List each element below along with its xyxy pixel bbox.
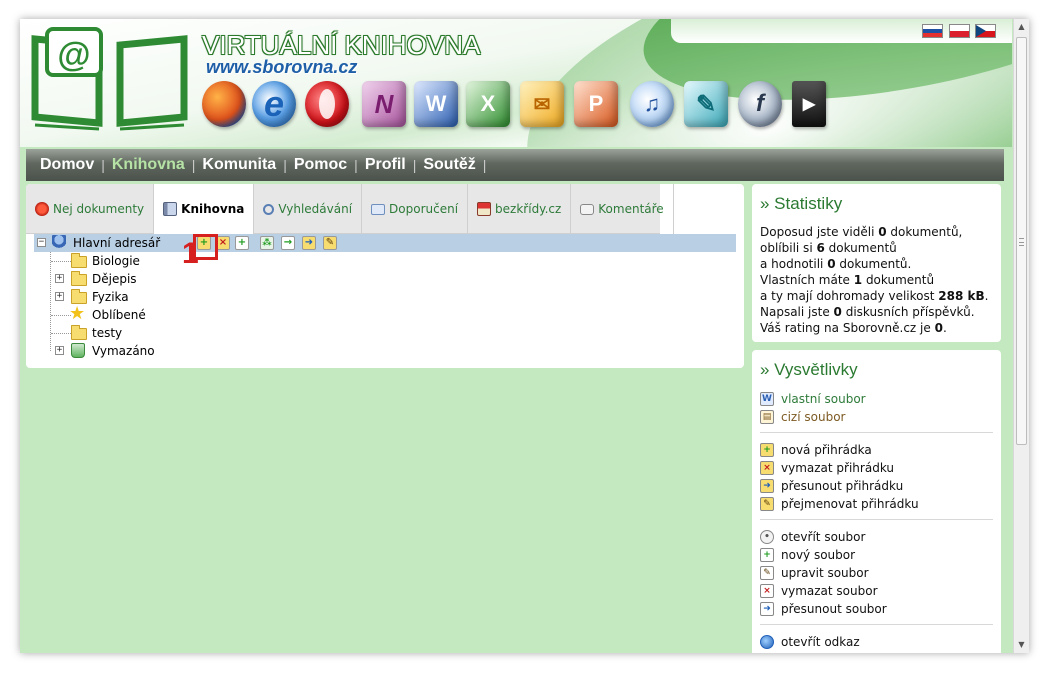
library-panel: Nej dokumenty Knihovna Vyhledávání Dopor… [26, 184, 744, 368]
flash-icon: f [738, 81, 782, 127]
recycle-bin-icon [71, 343, 85, 358]
tab-doporuceni[interactable]: Doporučení [362, 184, 469, 234]
nav-komunita[interactable]: Komunita [202, 156, 276, 174]
tab-vyhledavani[interactable]: Vyhledávání [254, 184, 363, 234]
edit-file-icon: ✎ [760, 566, 774, 580]
tab-nej-dokumenty[interactable]: Nej dokumenty [26, 184, 155, 234]
new-file-icon: + [760, 548, 774, 562]
home-icon [477, 202, 492, 216]
folder-icon [71, 271, 87, 286]
nav-profil[interactable]: Profil [365, 156, 406, 174]
rename-folder-button[interactable]: ✎ [323, 236, 337, 250]
legend-rename-folder: ✎ přejmenovat přihrádku [760, 495, 993, 513]
delete-file-icon: × [760, 584, 774, 598]
legend-foreign-file[interactable]: ▤ cizí soubor [760, 408, 993, 426]
scroll-up-icon[interactable]: ▲ [1014, 19, 1029, 35]
excel-icon: X [466, 81, 510, 127]
move-folder-icon: ➜ [760, 479, 774, 493]
tab-bezkridy[interactable]: bezkřídy.cz [468, 184, 572, 234]
site-header: @ VIRTUÁLNÍ KNIHOVNA www.sborovna.cz e N… [20, 19, 1012, 147]
tree-item[interactable]: ★ Oblíbené [34, 303, 736, 324]
folder-icon [71, 253, 87, 268]
move-file-icon: ➜ [760, 602, 774, 616]
legend-panel: » Vysvětlivky W vlastní soubor ▤ cizí so… [752, 350, 1001, 653]
tree-item[interactable]: + Dějepis [34, 270, 736, 288]
rename-folder-icon: ✎ [760, 497, 774, 511]
main-navigation: Domov | Knihovna | Komunita | Pomoc | Pr… [26, 149, 1004, 181]
scroll-down-icon[interactable]: ▼ [1014, 637, 1029, 653]
legend-own-file[interactable]: W vlastní soubor [760, 390, 993, 408]
ie-icon: e [252, 81, 296, 127]
legend-title: » Vysvětlivky [760, 360, 858, 379]
outlook-icon: ✉ [520, 81, 564, 127]
book-icon [163, 202, 178, 216]
statistics-panel: » Statistiky Doposud jste viděli 0 dokum… [752, 184, 1001, 342]
svg-text:@: @ [57, 36, 90, 74]
globe-icon [760, 635, 774, 649]
legend-move-folder: ➜ přesunout přihrádku [760, 477, 993, 495]
award-icon [35, 202, 49, 216]
callout-number: 1 [182, 237, 199, 270]
legend-open-file: • otevřít soubor [760, 528, 993, 546]
delete-folder-icon: × [760, 461, 774, 475]
onenote-icon: N [362, 81, 406, 127]
comment-icon [580, 203, 595, 215]
czech-flag-icon[interactable] [975, 24, 996, 38]
legend-delete-folder: × vymazat přihrádku [760, 459, 993, 477]
powerpoint-icon: P [574, 81, 618, 127]
statistics-title: » Statistiky [760, 194, 843, 213]
envelope-icon [371, 203, 386, 215]
legend-open-link: otevřít odkaz [760, 633, 993, 651]
nav-pomoc[interactable]: Pomoc [294, 156, 347, 174]
tree-item[interactable]: Biologie [34, 252, 736, 270]
tree-item[interactable]: + Fyzika [34, 288, 736, 306]
nav-knihovna[interactable]: Knihovna [112, 156, 185, 174]
expand-icon[interactable]: + [55, 274, 64, 283]
tab-komentare[interactable]: Komentáře [571, 184, 674, 234]
expand-icon[interactable]: + [55, 346, 64, 355]
import-file-button[interactable]: → [281, 236, 295, 250]
polish-flag-icon[interactable] [949, 24, 970, 38]
tree-root-row[interactable]: − Hlavní adresář + × + ⁂ → ➜ ✎ [34, 234, 736, 252]
firefox-icon [202, 81, 246, 127]
word-icon: W [414, 81, 458, 127]
folder-tree: − Hlavní adresář + × + ⁂ → ➜ ✎ Biologie … [34, 234, 736, 360]
tab-knihovna[interactable]: Knihovna [154, 184, 255, 235]
tree-item[interactable]: + Vymazáno [34, 342, 736, 360]
library-tabs: Nej dokumenty Knihovna Vyhledávání Dopor… [26, 184, 674, 235]
slovak-flag-icon[interactable] [922, 24, 943, 38]
word-file-icon: W [760, 392, 774, 406]
legend-new-folder: + nová přihrádka [760, 441, 993, 459]
site-url[interactable]: www.sborovna.cz [206, 57, 357, 78]
root-folder-icon [52, 235, 66, 251]
upload-files-button[interactable]: ⁂ [260, 236, 274, 250]
collapse-icon[interactable]: − [37, 238, 46, 247]
new-file-button[interactable]: + [235, 236, 249, 250]
foreign-file-icon: ▤ [760, 410, 774, 424]
tree-root-label[interactable]: Hlavní adresář [73, 236, 160, 250]
tree-item[interactable]: testy [34, 324, 736, 342]
nav-soutez[interactable]: Soutěž [423, 156, 475, 174]
folder-icon [71, 325, 87, 340]
expand-icon[interactable]: + [55, 292, 64, 301]
browser-viewport: @ VIRTUÁLNÍ KNIHOVNA www.sborovna.cz e N… [20, 19, 1029, 653]
itunes-icon: ♫ [630, 81, 674, 127]
legend-edit-file: ✎ upravit soubor [760, 564, 993, 582]
move-folder-button[interactable]: ➜ [302, 236, 316, 250]
open-file-icon: • [760, 530, 774, 544]
scrollbar-thumb[interactable] [1016, 37, 1027, 445]
nav-domov[interactable]: Domov [40, 156, 94, 174]
publisher-icon: ✎ [684, 81, 728, 127]
vertical-scrollbar[interactable]: ▲ ▼ [1013, 19, 1029, 653]
delete-folder-button[interactable]: × [216, 236, 230, 250]
magnifier-icon [263, 203, 275, 215]
new-folder-icon: + [760, 443, 774, 457]
legend-new-file: + nový soubor [760, 546, 993, 564]
avi-icon: ▶ [792, 81, 826, 127]
legend-move-file: ➜ přesunout soubor [760, 600, 993, 618]
library-logo-icon[interactable]: @ [27, 27, 192, 131]
legend-delete-file: × vymazat soubor [760, 582, 993, 600]
opera-icon [305, 81, 349, 127]
star-icon: ★ [69, 303, 86, 324]
